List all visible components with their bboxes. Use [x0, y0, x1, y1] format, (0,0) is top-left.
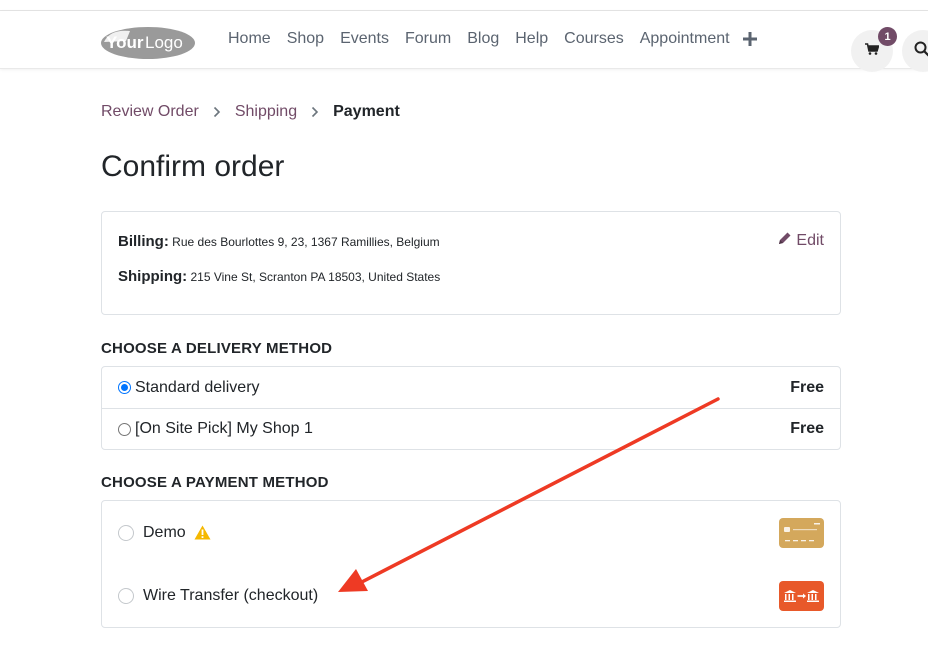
breadcrumb-payment: Payment — [333, 103, 400, 120]
breadcrumb-review-order[interactable]: Review Order — [101, 103, 199, 121]
shipping-value: 215 Vine St, Scranton PA 18503, United S… — [190, 270, 441, 284]
cart-count-badge: 1 — [878, 27, 897, 46]
shipping-label: Shipping: — [118, 268, 188, 285]
delivery-method-list: Standard delivery Free [On Site Pick] My… — [101, 366, 841, 450]
svg-text:Logo: Logo — [145, 33, 183, 52]
nav-blog[interactable]: Blog — [467, 30, 499, 48]
payment-method-list: Demo Wire Transfer (checkout) — [101, 500, 841, 628]
delivery-section-title: CHOOSE A DELIVERY METHOD — [101, 340, 333, 357]
billing-label: Billing: — [118, 233, 169, 250]
main-nav: Home Shop Events Forum Blog Help Courses… — [228, 30, 730, 48]
delivery-radio-onsite[interactable] — [118, 422, 131, 436]
payment-section-title: CHOOSE A PAYMENT METHOD — [101, 474, 329, 491]
nav-appointment[interactable]: Appointment — [640, 30, 730, 48]
page-title: Confirm order — [101, 150, 285, 183]
payment-option-demo[interactable]: Demo — [102, 501, 840, 564]
delivery-radio-standard[interactable] — [118, 381, 131, 394]
chevron-right-icon — [213, 106, 221, 118]
checkout-breadcrumb: Review Order Shipping Payment — [101, 103, 400, 121]
bank-transfer-icon — [779, 580, 824, 611]
svg-text:Your: Your — [106, 33, 144, 52]
delivery-option-label: [On Site Pick] My Shop 1 — [135, 420, 313, 437]
payment-option-wire-transfer[interactable]: Wire Transfer (checkout) — [102, 564, 840, 627]
address-card: Billing: Rue des Bourlottes 9, 23, 1367 … — [101, 211, 841, 315]
delivery-option-onsite[interactable]: [On Site Pick] My Shop 1 Free — [102, 408, 840, 449]
warning-icon — [194, 525, 211, 540]
nav-home[interactable]: Home — [228, 30, 271, 48]
nav-shop[interactable]: Shop — [287, 30, 324, 48]
plus-icon[interactable] — [743, 29, 757, 52]
payment-radio-demo[interactable] — [118, 524, 134, 541]
cart-icon — [865, 42, 880, 60]
nav-events[interactable]: Events — [340, 30, 389, 48]
payment-option-label: Demo — [143, 523, 186, 541]
breadcrumb-shipping[interactable]: Shipping — [235, 103, 297, 121]
delivery-option-price: Free — [790, 420, 824, 437]
site-logo[interactable]: Your Logo — [100, 25, 196, 61]
site-header: Your Logo Home Shop Events Forum Blog He… — [0, 11, 928, 72]
search-button[interactable] — [902, 30, 928, 72]
payment-radio-wire-transfer[interactable] — [118, 587, 134, 604]
delivery-option-label: Standard delivery — [135, 378, 260, 396]
edit-label: Edit — [796, 231, 824, 249]
payment-option-label: Wire Transfer (checkout) — [143, 586, 319, 604]
chevron-right-icon — [311, 106, 319, 118]
credit-card-icon — [779, 517, 824, 548]
pencil-icon — [778, 231, 792, 250]
nav-courses[interactable]: Courses — [564, 30, 624, 48]
shipping-address: Shipping: 215 Vine St, Scranton PA 18503… — [118, 268, 440, 285]
billing-value: Rue des Bourlottes 9, 23, 1367 Ramillies… — [172, 235, 440, 249]
delivery-option-price: Free — [790, 378, 824, 396]
edit-address-button[interactable]: Edit — [778, 231, 824, 250]
search-icon — [914, 41, 928, 62]
billing-address: Billing: Rue des Bourlottes 9, 23, 1367 … — [118, 233, 440, 250]
delivery-option-standard[interactable]: Standard delivery Free — [102, 367, 840, 408]
nav-help[interactable]: Help — [515, 30, 548, 48]
nav-forum[interactable]: Forum — [405, 30, 451, 48]
